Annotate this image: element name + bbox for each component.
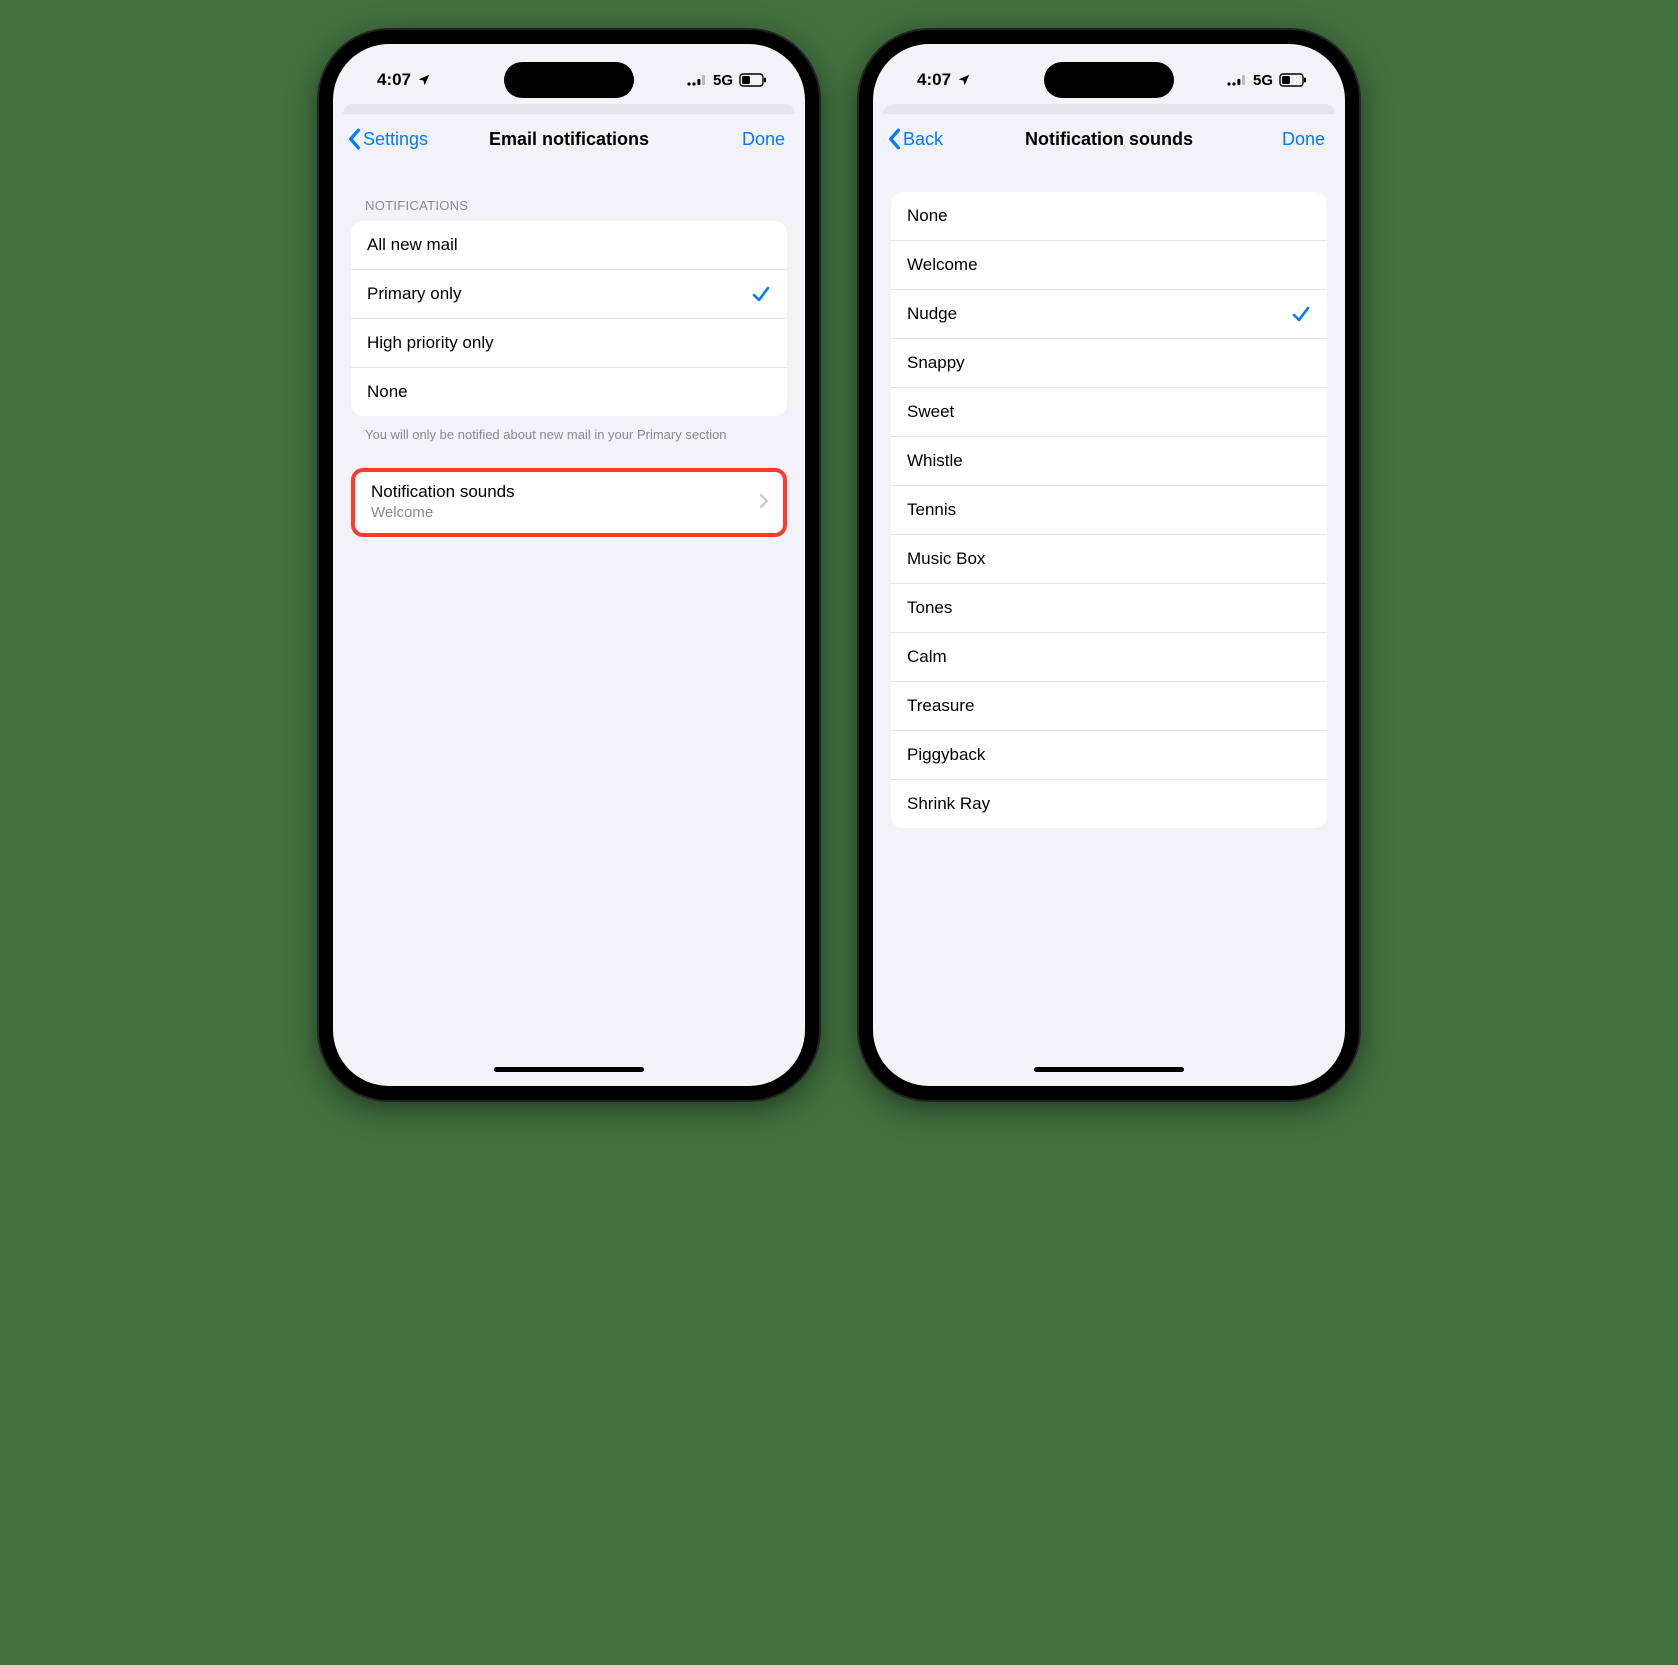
status-time: 4:07 [377, 70, 411, 90]
checkmark-icon [751, 285, 771, 303]
sound-label: Shrink Ray [907, 794, 1311, 814]
sounds-table: None Welcome Nudge Snappy Sweet Whistle Tennis… [891, 192, 1327, 828]
sound-label: Treasure [907, 696, 1311, 716]
home-indicator[interactable] [494, 1067, 644, 1072]
sound-label: None [907, 206, 1311, 226]
sound-label: Nudge [907, 304, 1291, 324]
chevron-right-icon [759, 493, 769, 509]
chevron-left-icon [887, 128, 901, 150]
sound-option-row[interactable]: Treasure [891, 682, 1327, 731]
sound-option-row[interactable]: Music Box [891, 535, 1327, 584]
nav-bar: Back Notification sounds Done [877, 114, 1341, 162]
option-label: High priority only [367, 333, 771, 353]
back-button[interactable]: Back [887, 128, 943, 150]
notification-option-row[interactable]: All new mail [351, 221, 787, 270]
sound-label: Sweet [907, 402, 1311, 422]
sound-option-row[interactable]: Shrink Ray [891, 780, 1327, 828]
sheet-background-peek [883, 104, 1335, 114]
sound-option-row[interactable]: None [891, 192, 1327, 241]
dynamic-island [504, 62, 634, 98]
done-button[interactable]: Done [742, 129, 785, 150]
home-indicator[interactable] [1034, 1067, 1184, 1072]
sound-option-row[interactable]: Piggyback [891, 731, 1327, 780]
modal-sheet: Back Notification sounds Done None Welcom… [877, 114, 1341, 1082]
notification-sounds-value: Welcome [371, 504, 515, 521]
sound-label: Snappy [907, 353, 1311, 373]
status-time: 4:07 [917, 70, 951, 90]
sound-label: Music Box [907, 549, 1311, 569]
sound-option-row[interactable]: Calm [891, 633, 1327, 682]
screen-left: 4:07 5G [333, 44, 805, 1086]
section-header-notifications: NOTIFICATIONS [337, 162, 801, 221]
network-label: 5G [1253, 72, 1273, 89]
notification-option-row[interactable]: None [351, 368, 787, 416]
cellular-icon [687, 74, 707, 86]
battery-icon [1279, 73, 1307, 87]
option-label: Primary only [367, 284, 751, 304]
done-button[interactable]: Done [1282, 129, 1325, 150]
sound-option-row[interactable]: Snappy [891, 339, 1327, 388]
cellular-icon [1227, 74, 1247, 86]
back-label: Back [903, 129, 943, 150]
modal-sheet: Settings Email notifications Done NOTIFI… [337, 114, 801, 1082]
notification-option-row[interactable]: Primary only [351, 270, 787, 319]
page-title: Notification sounds [877, 129, 1341, 150]
screen-right: 4:07 5G [873, 44, 1345, 1086]
sound-option-row[interactable]: Whistle [891, 437, 1327, 486]
location-icon [417, 73, 431, 87]
sound-label: Whistle [907, 451, 1311, 471]
sound-option-row[interactable]: Tennis [891, 486, 1327, 535]
notification-sounds-row[interactable]: Notification sounds Welcome [351, 468, 787, 537]
sound-label: Tennis [907, 500, 1311, 520]
location-icon [957, 73, 971, 87]
phone-left: 4:07 5G [319, 30, 819, 1100]
phone-right: 4:07 5G [859, 30, 1359, 1100]
sound-option-row[interactable]: Welcome [891, 241, 1327, 290]
chevron-left-icon [347, 128, 361, 150]
dynamic-island [1044, 62, 1174, 98]
sound-option-row[interactable]: Nudge [891, 290, 1327, 339]
nav-bar: Settings Email notifications Done [337, 114, 801, 162]
battery-icon [739, 73, 767, 87]
option-label: All new mail [367, 235, 771, 255]
sound-label: Welcome [907, 255, 1311, 275]
notification-sounds-title: Notification sounds [371, 482, 515, 502]
sound-option-row[interactable]: Tones [891, 584, 1327, 633]
sound-label: Calm [907, 647, 1311, 667]
notification-option-row[interactable]: High priority only [351, 319, 787, 368]
checkmark-icon [1291, 305, 1311, 323]
back-button[interactable]: Settings [347, 128, 428, 150]
option-label: None [367, 382, 771, 402]
sound-option-row[interactable]: Sweet [891, 388, 1327, 437]
notifications-options-table: All new mail Primary only High priority on… [351, 221, 787, 416]
back-label: Settings [363, 129, 428, 150]
sound-label: Piggyback [907, 745, 1311, 765]
network-label: 5G [713, 72, 733, 89]
section-footer-text: You will only be notified about new mail… [337, 416, 801, 444]
sound-label: Tones [907, 598, 1311, 618]
sheet-background-peek [343, 104, 795, 114]
